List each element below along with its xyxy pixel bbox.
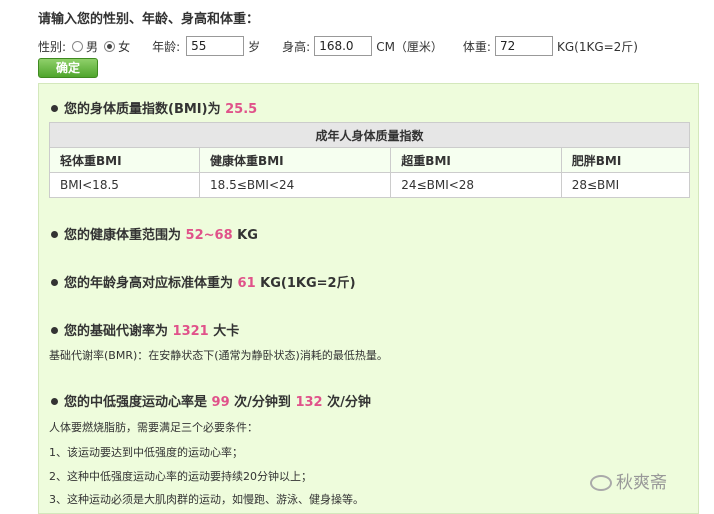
bullet-icon [51, 231, 58, 238]
heart-intro: 人体要燃烧脂肪，需要满足三个必要条件： [49, 421, 258, 434]
bullet-icon [51, 327, 58, 334]
watermark: 秋爽斋 [590, 468, 667, 493]
condition-item: 3、这种运动必须是大肌肉群的运动，如慢跑、游泳、健身操等。 [49, 493, 364, 506]
age-label: 年龄: [152, 39, 181, 54]
bullet-icon [51, 398, 58, 405]
bmr-value: 1321 [172, 324, 209, 339]
bmi-table: 成年人身体质量指数 轻体重BMI 健康体重BMI 超重BMI 肥胖BMI BMI… [48, 122, 691, 198]
bmr-note: 基础代谢率(BMR)：在安静状态下(通常为静卧状态)消耗的最低热量。 [49, 349, 388, 362]
table-header: 轻体重BMI [48, 147, 201, 173]
table-cell: 28≤BMI [560, 172, 691, 198]
bullet-icon [51, 105, 58, 112]
table-cell: 24≤BMI<28 [390, 172, 562, 198]
table-caption: 成年人身体质量指数 [49, 122, 690, 148]
male-label[interactable]: 男 [86, 38, 98, 55]
input-row: 性别: 男 女 年龄: 岁 身高: CM（厘米） 体重: KG(1KG=2斤) [38, 35, 638, 57]
radio-male[interactable] [72, 40, 84, 52]
heart-rate-heading: 您的中低强度运动心率是 99 次/分钟到 132 次/分钟 [51, 391, 371, 410]
wechat-icon [590, 475, 612, 491]
gender-label: 性别: [38, 39, 67, 54]
bullet-icon [51, 279, 58, 286]
results-panel: 您的身体质量指数(BMI)为 25.5 成年人身体质量指数 轻体重BMI 健康体… [38, 83, 699, 514]
bmr-heading: 您的基础代谢率为 1321 大卡 [51, 320, 239, 339]
condition-item: 2、这种中低强度运动心率的运动要持续20分钟以上； [49, 470, 312, 483]
submit-button[interactable]: 确定 [38, 58, 98, 78]
heart-rate-low: 99 [211, 395, 230, 410]
condition-item: 1、该运动要达到中低强度的运动心率； [49, 446, 243, 459]
table-header: 健康体重BMI [199, 147, 392, 173]
age-input[interactable] [186, 36, 245, 56]
healthy-weight-value: 52~68 [185, 228, 233, 243]
table-cell: BMI<18.5 [48, 172, 201, 198]
height-label: 身高: [282, 39, 311, 54]
bmi-heading: 您的身体质量指数(BMI)为 25.5 [51, 98, 257, 117]
standard-weight-heading: 您的年龄身高对应标准体重为 61 KG(1KG=2斤) [51, 272, 356, 291]
weight-label: 体重: [462, 39, 491, 54]
form-title: 请输入您的性别、年龄、身高和体重： [38, 12, 260, 27]
table-cell: 18.5≤BMI<24 [199, 172, 392, 198]
female-label[interactable]: 女 [118, 38, 130, 55]
bmi-value: 25.5 [225, 102, 258, 117]
table-header: 肥胖BMI [560, 147, 691, 173]
heart-rate-high: 132 [295, 395, 323, 410]
height-input[interactable] [314, 36, 373, 56]
weight-input[interactable] [494, 36, 553, 56]
radio-female[interactable] [104, 40, 116, 52]
height-unit: CM（厘米） [376, 39, 443, 54]
age-unit: 岁 [248, 39, 261, 54]
weight-unit: KG(1KG=2斤) [556, 39, 638, 54]
table-header: 超重BMI [390, 147, 562, 173]
healthy-weight-heading: 您的健康体重范围为 52~68 KG [51, 224, 258, 243]
standard-weight-value: 61 [237, 276, 256, 291]
